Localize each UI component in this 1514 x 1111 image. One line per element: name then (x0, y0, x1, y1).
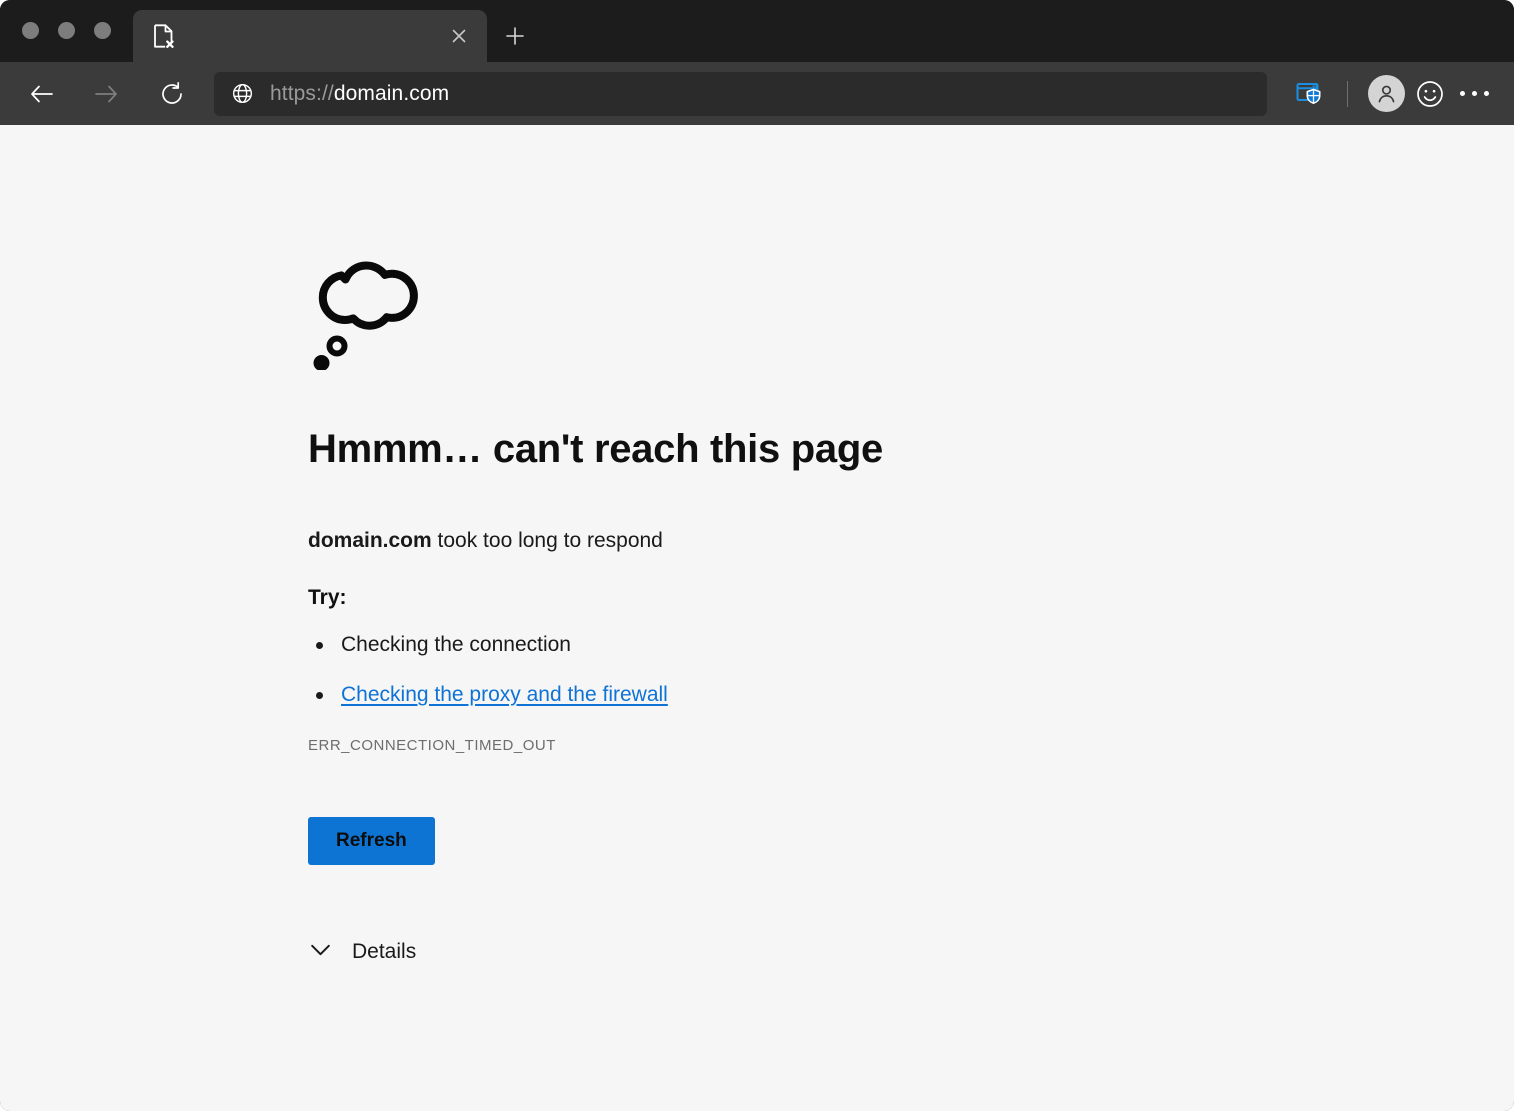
error-host: domain.com (308, 529, 432, 552)
back-arrow-icon[interactable] (20, 72, 64, 116)
page-title: Hmmm… can't reach this page (308, 427, 883, 471)
details-label: Details (352, 940, 417, 964)
error-subtitle: domain.com took too long to respond (308, 529, 1514, 553)
refresh-button[interactable]: Refresh (308, 817, 435, 866)
more-menu-button[interactable] (1452, 72, 1496, 116)
chevron-down-icon (308, 937, 333, 967)
toolbar-actions (1287, 72, 1496, 116)
forward-arrow-icon[interactable] (84, 72, 128, 116)
globe-icon (230, 82, 254, 106)
error-page: Hmmm… can't reach this page domain.com t… (0, 125, 1514, 967)
window-close-button[interactable] (22, 21, 39, 39)
window-minimize-button[interactable] (58, 21, 75, 39)
list-item: Checking the connection (308, 632, 1514, 657)
feedback-smiley-icon[interactable] (1408, 72, 1452, 116)
profile-button[interactable] (1364, 72, 1408, 116)
tab-close-icon[interactable] (445, 22, 473, 50)
proxy-firewall-link[interactable]: Checking the proxy and the firewall (341, 683, 668, 706)
avatar (1367, 75, 1405, 112)
window-zoom-button[interactable] (94, 21, 111, 39)
browser-window: https://domain.com Hmmm… can't reach thi… (0, 0, 1514, 1111)
browser-tab[interactable] (133, 10, 487, 62)
new-tab-button[interactable] (495, 16, 535, 56)
broken-page-icon (153, 24, 175, 48)
tab-strip (0, 0, 1514, 62)
details-toggle[interactable]: Details (308, 937, 416, 967)
address-bar[interactable]: https://domain.com (214, 71, 1267, 116)
suggestion-text: Checking the connection (341, 633, 571, 656)
reload-icon[interactable] (150, 72, 194, 116)
suggestion-list: Checking the connection Checking the pro… (308, 632, 1514, 707)
thought-cloud-icon (308, 248, 424, 371)
url-text: https://domain.com (270, 82, 449, 106)
error-code: ERR_CONNECTION_TIMED_OUT (308, 737, 556, 755)
url-host: domain.com (333, 81, 450, 105)
ellipsis-icon (1459, 91, 1489, 96)
url-scheme: https:// (270, 81, 334, 105)
error-subtitle-rest: took too long to respond (431, 529, 663, 552)
window-controls (0, 0, 133, 62)
browser-toolbar: https://domain.com (0, 62, 1514, 125)
page-viewport: Hmmm… can't reach this page domain.com t… (0, 125, 1514, 1111)
try-label: Try: (308, 586, 347, 609)
toolbar-divider (1347, 80, 1348, 107)
tracking-prevention-shield-icon[interactable] (1287, 72, 1331, 116)
list-item: Checking the proxy and the firewall (308, 682, 1514, 707)
